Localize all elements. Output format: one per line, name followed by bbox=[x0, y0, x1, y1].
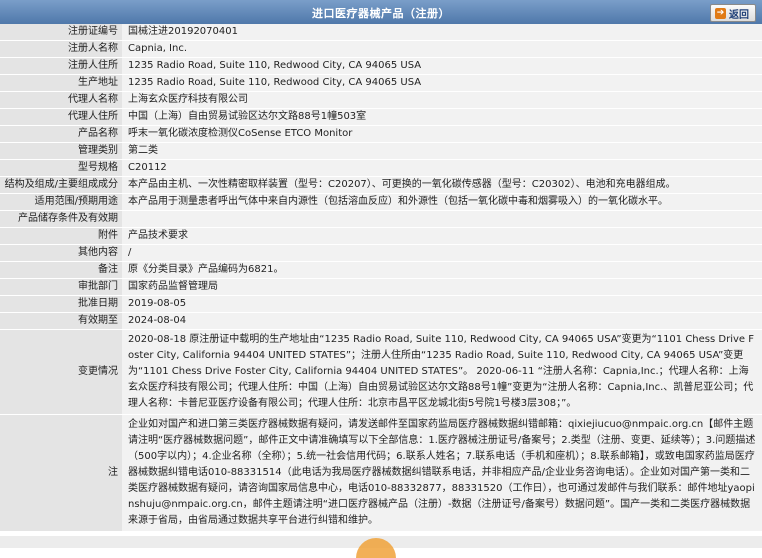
row-value: 2020-08-18 原注册证中载明的生产地址由“1235 Radio Road… bbox=[122, 329, 762, 415]
row-label: 生产地址 bbox=[0, 74, 122, 92]
row-value: 产品技术要求 bbox=[122, 227, 762, 245]
table-row: 注册人名称 Capnia, Inc. bbox=[0, 40, 762, 58]
row-value: 国家药品监督管理局 bbox=[122, 278, 762, 296]
row-label: 产品储存条件及有效期 bbox=[0, 210, 122, 228]
table-row: 管理类别 第二类 bbox=[0, 142, 762, 160]
table-row: 生产地址 1235 Radio Road, Suite 110, Redwood… bbox=[0, 74, 762, 92]
row-label: 审批部门 bbox=[0, 278, 122, 296]
table-row: 代理人住所 中国（上海）自由贸易试验区达尔文路88号1幢503室 bbox=[0, 108, 762, 126]
table-row: 备注 原《分类目录》产品编码为6821。 bbox=[0, 261, 762, 279]
row-value: 呼末一氧化碳浓度检测仪CoSense ETCO Monitor bbox=[122, 125, 762, 143]
row-label: 备注 bbox=[0, 261, 122, 279]
table-row: 注册证编号 国械注进20192070401 bbox=[0, 24, 762, 41]
row-label: 管理类别 bbox=[0, 142, 122, 160]
row-value: 第二类 bbox=[122, 142, 762, 160]
table-row: 型号规格 C20112 bbox=[0, 159, 762, 177]
row-value: 原《分类目录》产品编码为6821。 bbox=[122, 261, 762, 279]
page-title: 进口医疗器械产品（注册） bbox=[312, 7, 450, 20]
row-label: 代理人住所 bbox=[0, 108, 122, 126]
row-label: 注册人名称 bbox=[0, 40, 122, 58]
table-row: 产品储存条件及有效期 bbox=[0, 210, 762, 228]
table-row: 结构及组成/主要组成成分 本产品由主机、一次性精密取样装置（型号：C20207）… bbox=[0, 176, 762, 194]
table-row: 注 企业如对国产和进口第三类医疗器械数据有疑问，请发送邮件至国家药监局医疗器械数… bbox=[0, 414, 762, 532]
detail-table: 注册证编号 国械注进20192070401 注册人名称 Capnia, Inc.… bbox=[0, 24, 762, 532]
row-value: 1235 Radio Road, Suite 110, Redwood City… bbox=[122, 57, 762, 75]
row-value: 上海玄众医疗科技有限公司 bbox=[122, 91, 762, 109]
row-value: 2019-08-05 bbox=[122, 295, 762, 313]
row-value: 企业如对国产和进口第三类医疗器械数据有疑问，请发送邮件至国家药监局医疗器械数据纠… bbox=[122, 414, 762, 532]
row-value: Capnia, Inc. bbox=[122, 40, 762, 58]
row-value: 2024-08-04 bbox=[122, 312, 762, 330]
table-row: 适用范围/预期用途 本产品用于测量患者呼出气体中来自内源性（包括溶血反应）和外源… bbox=[0, 193, 762, 211]
row-value: 1235 Radio Road, Suite 110, Redwood City… bbox=[122, 74, 762, 92]
back-button[interactable]: ➔ 返回 bbox=[710, 4, 756, 22]
row-label: 有效期至 bbox=[0, 312, 122, 330]
row-label: 附件 bbox=[0, 227, 122, 245]
row-value: C20112 bbox=[122, 159, 762, 177]
table-row: 附件 产品技术要求 bbox=[0, 227, 762, 245]
row-value: 国械注进20192070401 bbox=[122, 24, 762, 41]
row-label: 变更情况 bbox=[0, 329, 122, 415]
row-label: 型号规格 bbox=[0, 159, 122, 177]
table-row: 代理人名称 上海玄众医疗科技有限公司 bbox=[0, 91, 762, 109]
table-row: 注册人住所 1235 Radio Road, Suite 110, Redwoo… bbox=[0, 57, 762, 75]
row-label: 注册人住所 bbox=[0, 57, 122, 75]
row-value: 本产品用于测量患者呼出气体中来自内源性（包括溶血反应）和外源性（包括一氧化碳中毒… bbox=[122, 193, 762, 211]
back-arrow-icon: ➔ bbox=[715, 7, 726, 19]
row-label: 注册证编号 bbox=[0, 24, 122, 41]
row-value: 本产品由主机、一次性精密取样装置（型号：C20207）、可更换的一氧化碳传感器（… bbox=[122, 176, 762, 194]
row-value bbox=[122, 210, 762, 228]
table-row: 审批部门 国家药品监督管理局 bbox=[0, 278, 762, 296]
row-label: 结构及组成/主要组成成分 bbox=[0, 176, 122, 194]
row-label: 注 bbox=[0, 414, 122, 532]
row-label: 批准日期 bbox=[0, 295, 122, 313]
back-button-label: 返回 bbox=[729, 9, 749, 21]
row-label: 其他内容 bbox=[0, 244, 122, 262]
row-label: 代理人名称 bbox=[0, 91, 122, 109]
table-row: 产品名称 呼末一氧化碳浓度检测仪CoSense ETCO Monitor bbox=[0, 125, 762, 143]
row-value: / bbox=[122, 244, 762, 262]
table-row: 有效期至 2024-08-04 bbox=[0, 312, 762, 330]
table-row: 批准日期 2019-08-05 bbox=[0, 295, 762, 313]
row-label: 产品名称 bbox=[0, 125, 122, 143]
row-label: 适用范围/预期用途 bbox=[0, 193, 122, 211]
title-bar: 进口医疗器械产品（注册） ➔ 返回 bbox=[0, 0, 762, 25]
table-row: 其他内容 / bbox=[0, 244, 762, 262]
table-row: 变更情况 2020-08-18 原注册证中载明的生产地址由“1235 Radio… bbox=[0, 329, 762, 415]
row-value: 中国（上海）自由贸易试验区达尔文路88号1幢503室 bbox=[122, 108, 762, 126]
